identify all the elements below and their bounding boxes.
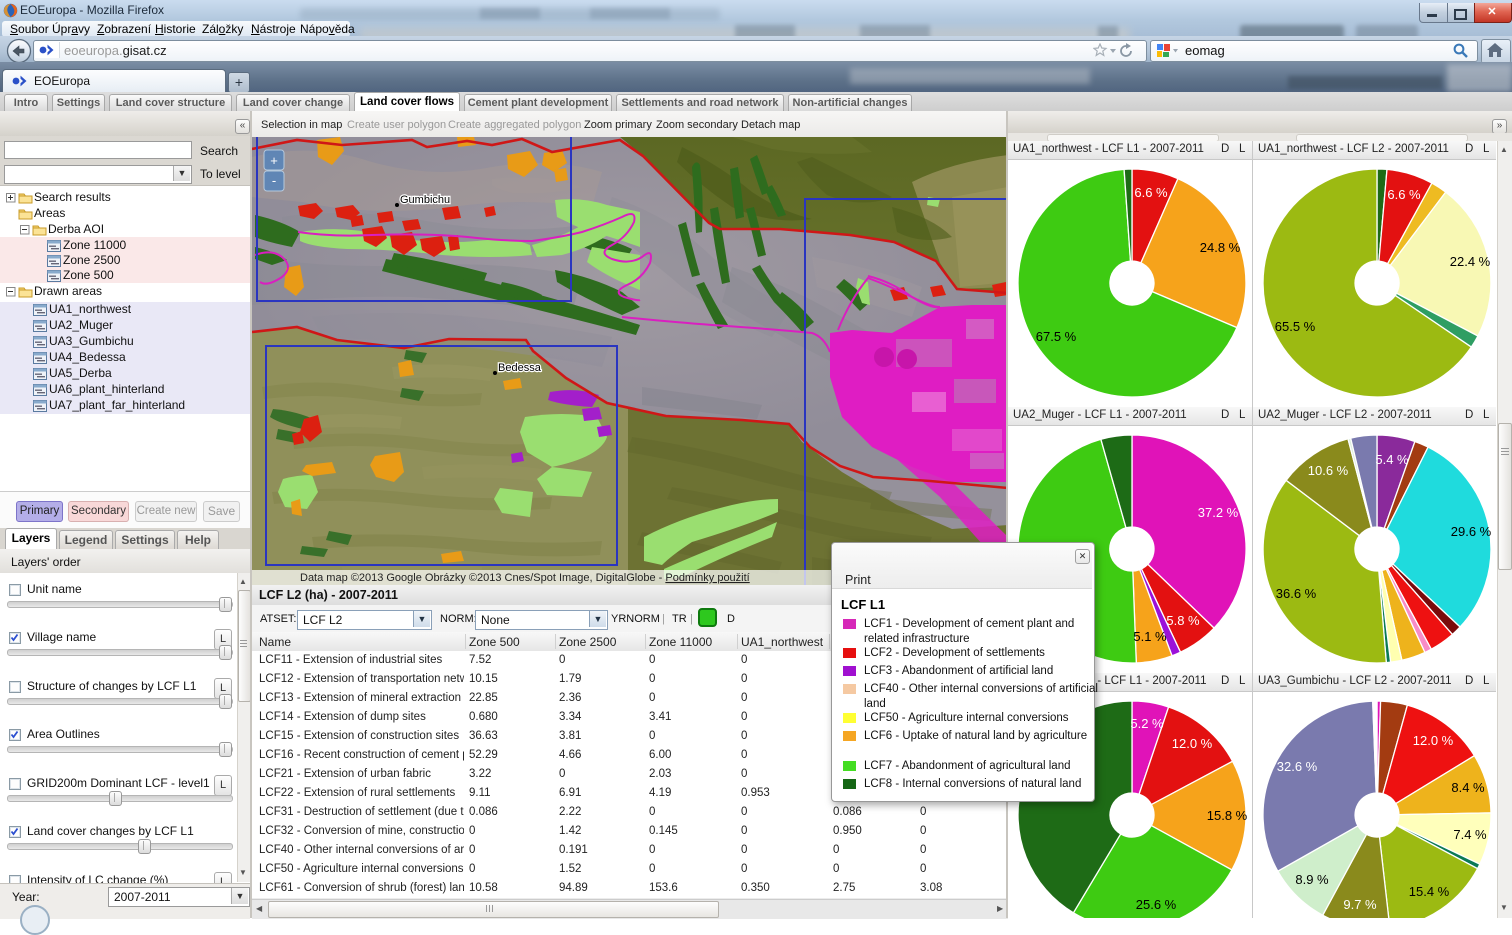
svg-text:12.0 %: 12.0 % <box>1413 733 1454 748</box>
svg-text:-: - <box>272 173 276 188</box>
svg-text:5.4 %: 5.4 % <box>1375 452 1409 467</box>
svg-text:67.5 %: 67.5 % <box>1036 329 1077 344</box>
svg-text:9.7 %: 9.7 % <box>1343 897 1377 912</box>
svg-text:12.0 %: 12.0 % <box>1172 736 1213 751</box>
svg-text:24.8 %: 24.8 % <box>1200 240 1241 255</box>
svg-text:7.4 %: 7.4 % <box>1453 827 1487 842</box>
svg-text:Data map ©2013 Google Obrázky: Data map ©2013 Google Obrázky ©2013 Cnes… <box>300 572 750 584</box>
svg-text:8.4 %: 8.4 % <box>1451 780 1485 795</box>
svg-text:29.6 %: 29.6 % <box>1451 524 1492 539</box>
svg-text:5.1 %: 5.1 % <box>1133 629 1167 644</box>
svg-text:36.6 %: 36.6 % <box>1276 586 1317 601</box>
svg-text:8.9 %: 8.9 % <box>1295 872 1329 887</box>
svg-text:37.2 %: 37.2 % <box>1198 505 1239 520</box>
svg-text:5.8 %: 5.8 % <box>1166 613 1200 628</box>
svg-text:25.6 %: 25.6 % <box>1136 897 1177 912</box>
svg-text:10.6 %: 10.6 % <box>1308 463 1349 478</box>
svg-text:22.4 %: 22.4 % <box>1450 254 1491 269</box>
svg-text:32.6 %: 32.6 % <box>1277 759 1318 774</box>
svg-text:15.8 %: 15.8 % <box>1207 808 1248 823</box>
svg-text:5.2 %: 5.2 % <box>1130 716 1164 731</box>
svg-text:Gumbichu: Gumbichu <box>400 194 450 206</box>
svg-text:+: + <box>270 153 278 168</box>
svg-text:15.4 %: 15.4 % <box>1409 884 1450 899</box>
svg-text:6.6 %: 6.6 % <box>1387 187 1421 202</box>
svg-text:Bedessa: Bedessa <box>498 362 542 374</box>
svg-text:65.5 %: 65.5 % <box>1275 319 1316 334</box>
svg-text:6.6 %: 6.6 % <box>1134 185 1168 200</box>
